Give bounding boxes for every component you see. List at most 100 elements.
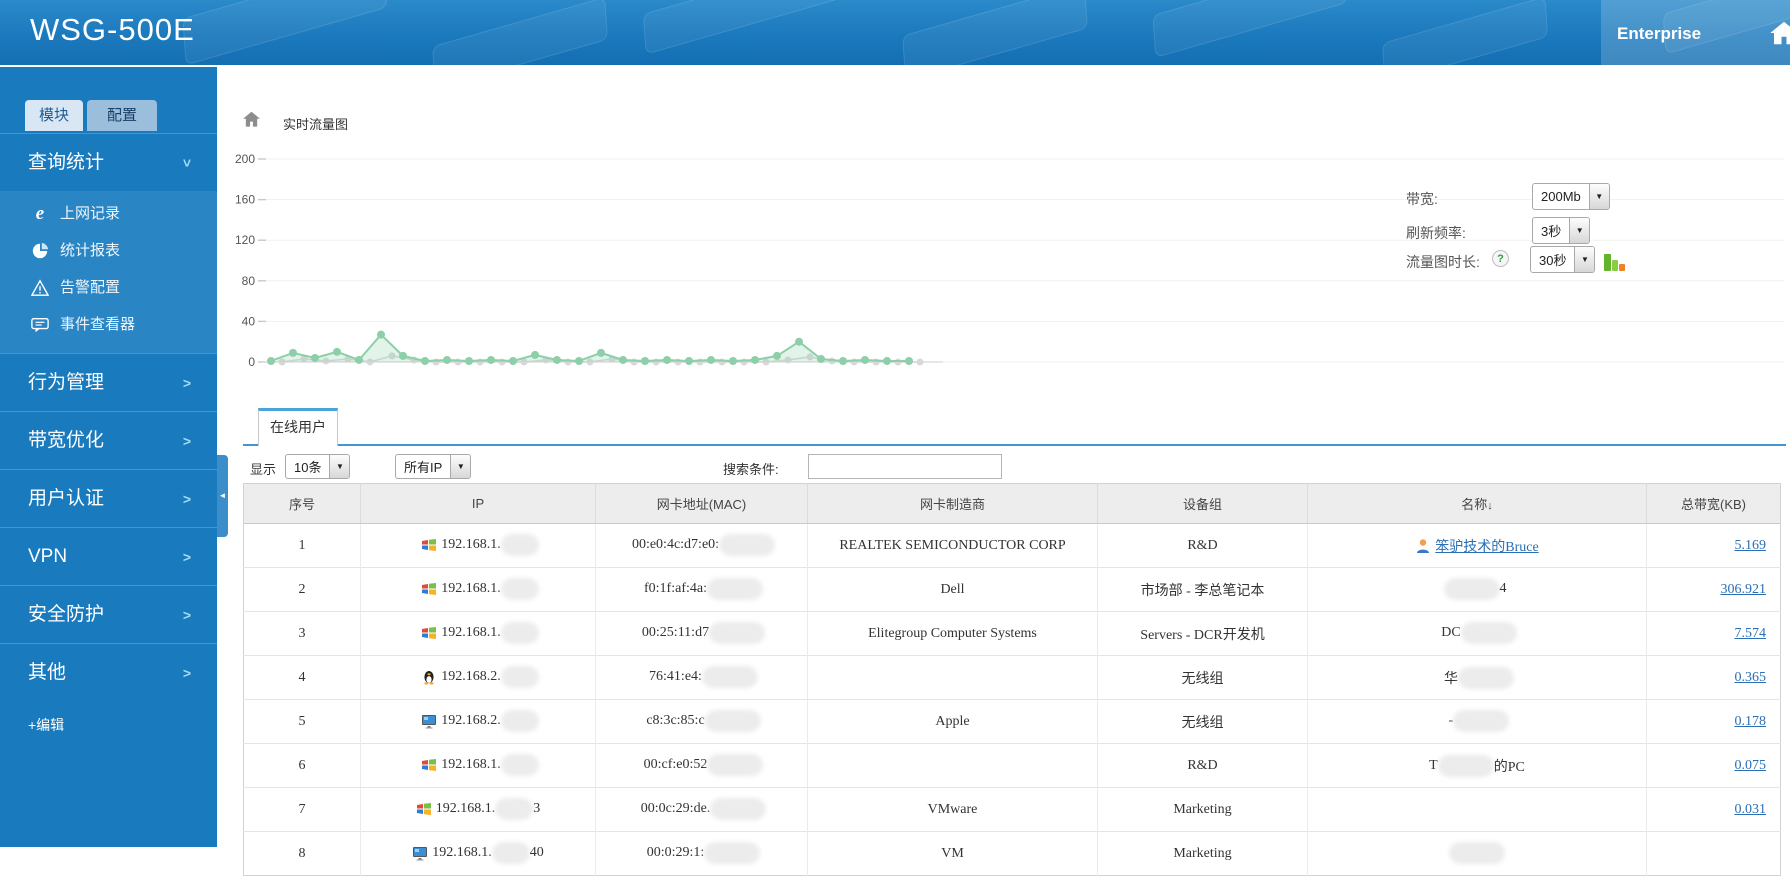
column-header[interactable]: 设备组 [1097,483,1308,524]
redacted-blur [504,626,535,641]
column-header[interactable]: 网卡制造商 [807,483,1098,524]
cell-mac: f0:1f:af:4a: [595,567,808,612]
table-row: 2 192.168.1. f0:1f:af:4a: Dell 市场部 - 李总笔记本 4 3… [243,567,1781,612]
home-icon[interactable] [1769,20,1790,46]
bandwidth-link[interactable]: 0.365 [1735,670,1767,685]
chevron-right-icon: > [182,607,191,623]
bandwidth-link[interactable]: 0.178 [1735,714,1767,729]
tab-modules[interactable]: 模块 [25,100,84,131]
sidebar-subitem-label: 事件查看器 [60,316,136,333]
column-header[interactable]: 名称↓ [1307,483,1647,524]
bandwidth-select[interactable]: 200Mb ▼ [1532,183,1610,210]
tab-online-users[interactable]: 在线用户 [258,408,338,446]
cell-bandwidth: 0.365 [1646,655,1781,700]
sidebar-item-5[interactable]: 安全防护 > [0,585,217,643]
sidebar-item-1[interactable]: 行为管理 > [0,353,217,411]
svg-text:160: 160 [235,193,255,207]
cell-group: Servers - DCR开发机 [1097,611,1308,656]
tab-config[interactable]: 配置 [87,100,158,131]
cell-mac: 76:41:e4: [595,655,808,700]
keyboard-texture [902,0,1088,65]
sidebar-submenu: e 上网记录统计报表告警配置事件查看器 [0,191,217,353]
cell-ip: 192.168.1. [360,523,596,568]
column-header[interactable]: 总带宽(KB) [1646,483,1781,524]
cell-index: 4 [243,655,361,700]
page-size-value: 10条 [294,460,322,475]
bandwidth-link[interactable]: 0.031 [1735,802,1767,817]
cell-bandwidth: 7.574 [1646,611,1781,656]
windows-os-icon [422,583,437,596]
sidebar-item-3[interactable]: 用户认证 > [0,469,217,527]
chevron-down-icon[interactable]: ▼ [1574,247,1595,272]
device-name: T [1429,757,1438,773]
sidebar-item-label: 其他 [28,662,67,683]
cell-mac: 00:0c:29:de. [595,787,808,832]
page-size-select[interactable]: 10条 ▼ [285,454,351,479]
sidebar: 模块 配置 查询统计 ˅ e 上网记录 统计报表 告警配置 事件查看器 行为管理 > 带宽优化 > 用户… [0,67,217,847]
redacted-blur [705,670,754,685]
user-icon [1417,538,1430,553]
chevron-down-icon[interactable]: ▼ [1569,218,1590,243]
sidebar-item-label: 用户认证 [28,488,105,509]
sidebar-subitem[interactable]: 事件查看器 [0,306,217,343]
cell-vendor: Elitegroup Computer Systems [807,611,1098,656]
column-header[interactable]: 序号 [243,483,361,524]
sidebar-item-label: 安全防护 [28,604,105,625]
svg-text:80: 80 [242,274,256,288]
bandwidth-link[interactable]: 0.075 [1735,758,1767,773]
bandwidth-link[interactable]: 7.574 [1735,626,1767,641]
redacted-blur [708,714,757,729]
chevron-right-icon: > [182,665,191,681]
redacted-blur [504,582,535,597]
help-icon[interactable]: ? [1492,250,1509,267]
bandwidth-link[interactable]: 306.921 [1721,582,1767,597]
monitor-icon [413,847,428,861]
cell-name: - [1307,699,1647,744]
sidebar-subitem-label: 统计报表 [60,242,121,259]
sidebar-item-label: VPN [28,546,68,567]
bar-chart-icon[interactable] [1603,251,1627,273]
duration-select[interactable]: 30秒 ▼ [1530,246,1596,273]
chevron-down-icon[interactable]: ▼ [450,455,471,478]
sidebar-subitem[interactable]: 告警配置 [0,269,217,306]
cell-group: R&D [1097,743,1308,788]
chevron-down-icon[interactable]: ▼ [1588,184,1609,209]
ip-filter-value: 所有IP [404,460,443,475]
chevron-down-icon[interactable]: ▼ [329,455,350,478]
sidebar-subitem-label: 告警配置 [60,279,121,296]
top-header: WSG-500E Enterprise [0,0,1790,65]
search-input[interactable] [808,454,1002,479]
keyboard-texture [431,0,609,65]
sidebar-item-vpn[interactable]: VPN > [0,527,217,585]
sidebar-subitem[interactable]: 统计报表 [0,232,217,269]
sidebar-subitem[interactable]: e 上网记录 [0,195,217,232]
sidebar-item-6[interactable]: 其他 > [0,643,217,701]
cell-group: Marketing [1097,831,1308,876]
column-header[interactable]: IP [360,483,596,524]
redacted-blur [710,582,759,597]
refresh-rate-label: 刷新频率: [1406,225,1466,241]
alert-triangle-icon [31,278,49,296]
cell-group: 市场部 - 李总笔记本 [1097,567,1308,612]
windows-os-icon [416,803,431,816]
bandwidth-link[interactable]: 5.169 [1735,538,1767,553]
sidebar-edit-link[interactable]: +编辑 [28,715,64,735]
cell-name [1307,831,1647,876]
filter-bar: 显示 10条 ▼ 所有IP ▼ 搜索条件: [243,452,1786,482]
cell-bandwidth: 0.031 [1646,787,1781,832]
search-label: 搜索条件: [723,462,779,477]
sidebar-item-0[interactable]: 查询统计 ˅ [0,133,217,191]
sidebar-collapse-handle[interactable]: ◄ [217,455,228,537]
redacted-blur [1464,626,1513,641]
sidebar-item-label: 行为管理 [28,372,105,393]
chevron-right-icon: > [182,549,191,565]
user-name-link[interactable]: 笨驴技术的Bruce [1435,536,1538,556]
refresh-rate-select[interactable]: 3秒 ▼ [1532,217,1591,244]
redacted-blur [1457,714,1506,729]
redacted-blur [504,714,535,729]
breadcrumb-home-icon[interactable] [243,111,260,128]
sidebar-item-2[interactable]: 带宽优化 > [0,411,217,469]
svg-text:120: 120 [235,233,255,247]
ip-filter-select[interactable]: 所有IP ▼ [395,454,472,479]
column-header[interactable]: 网卡地址(MAC) [595,483,808,524]
